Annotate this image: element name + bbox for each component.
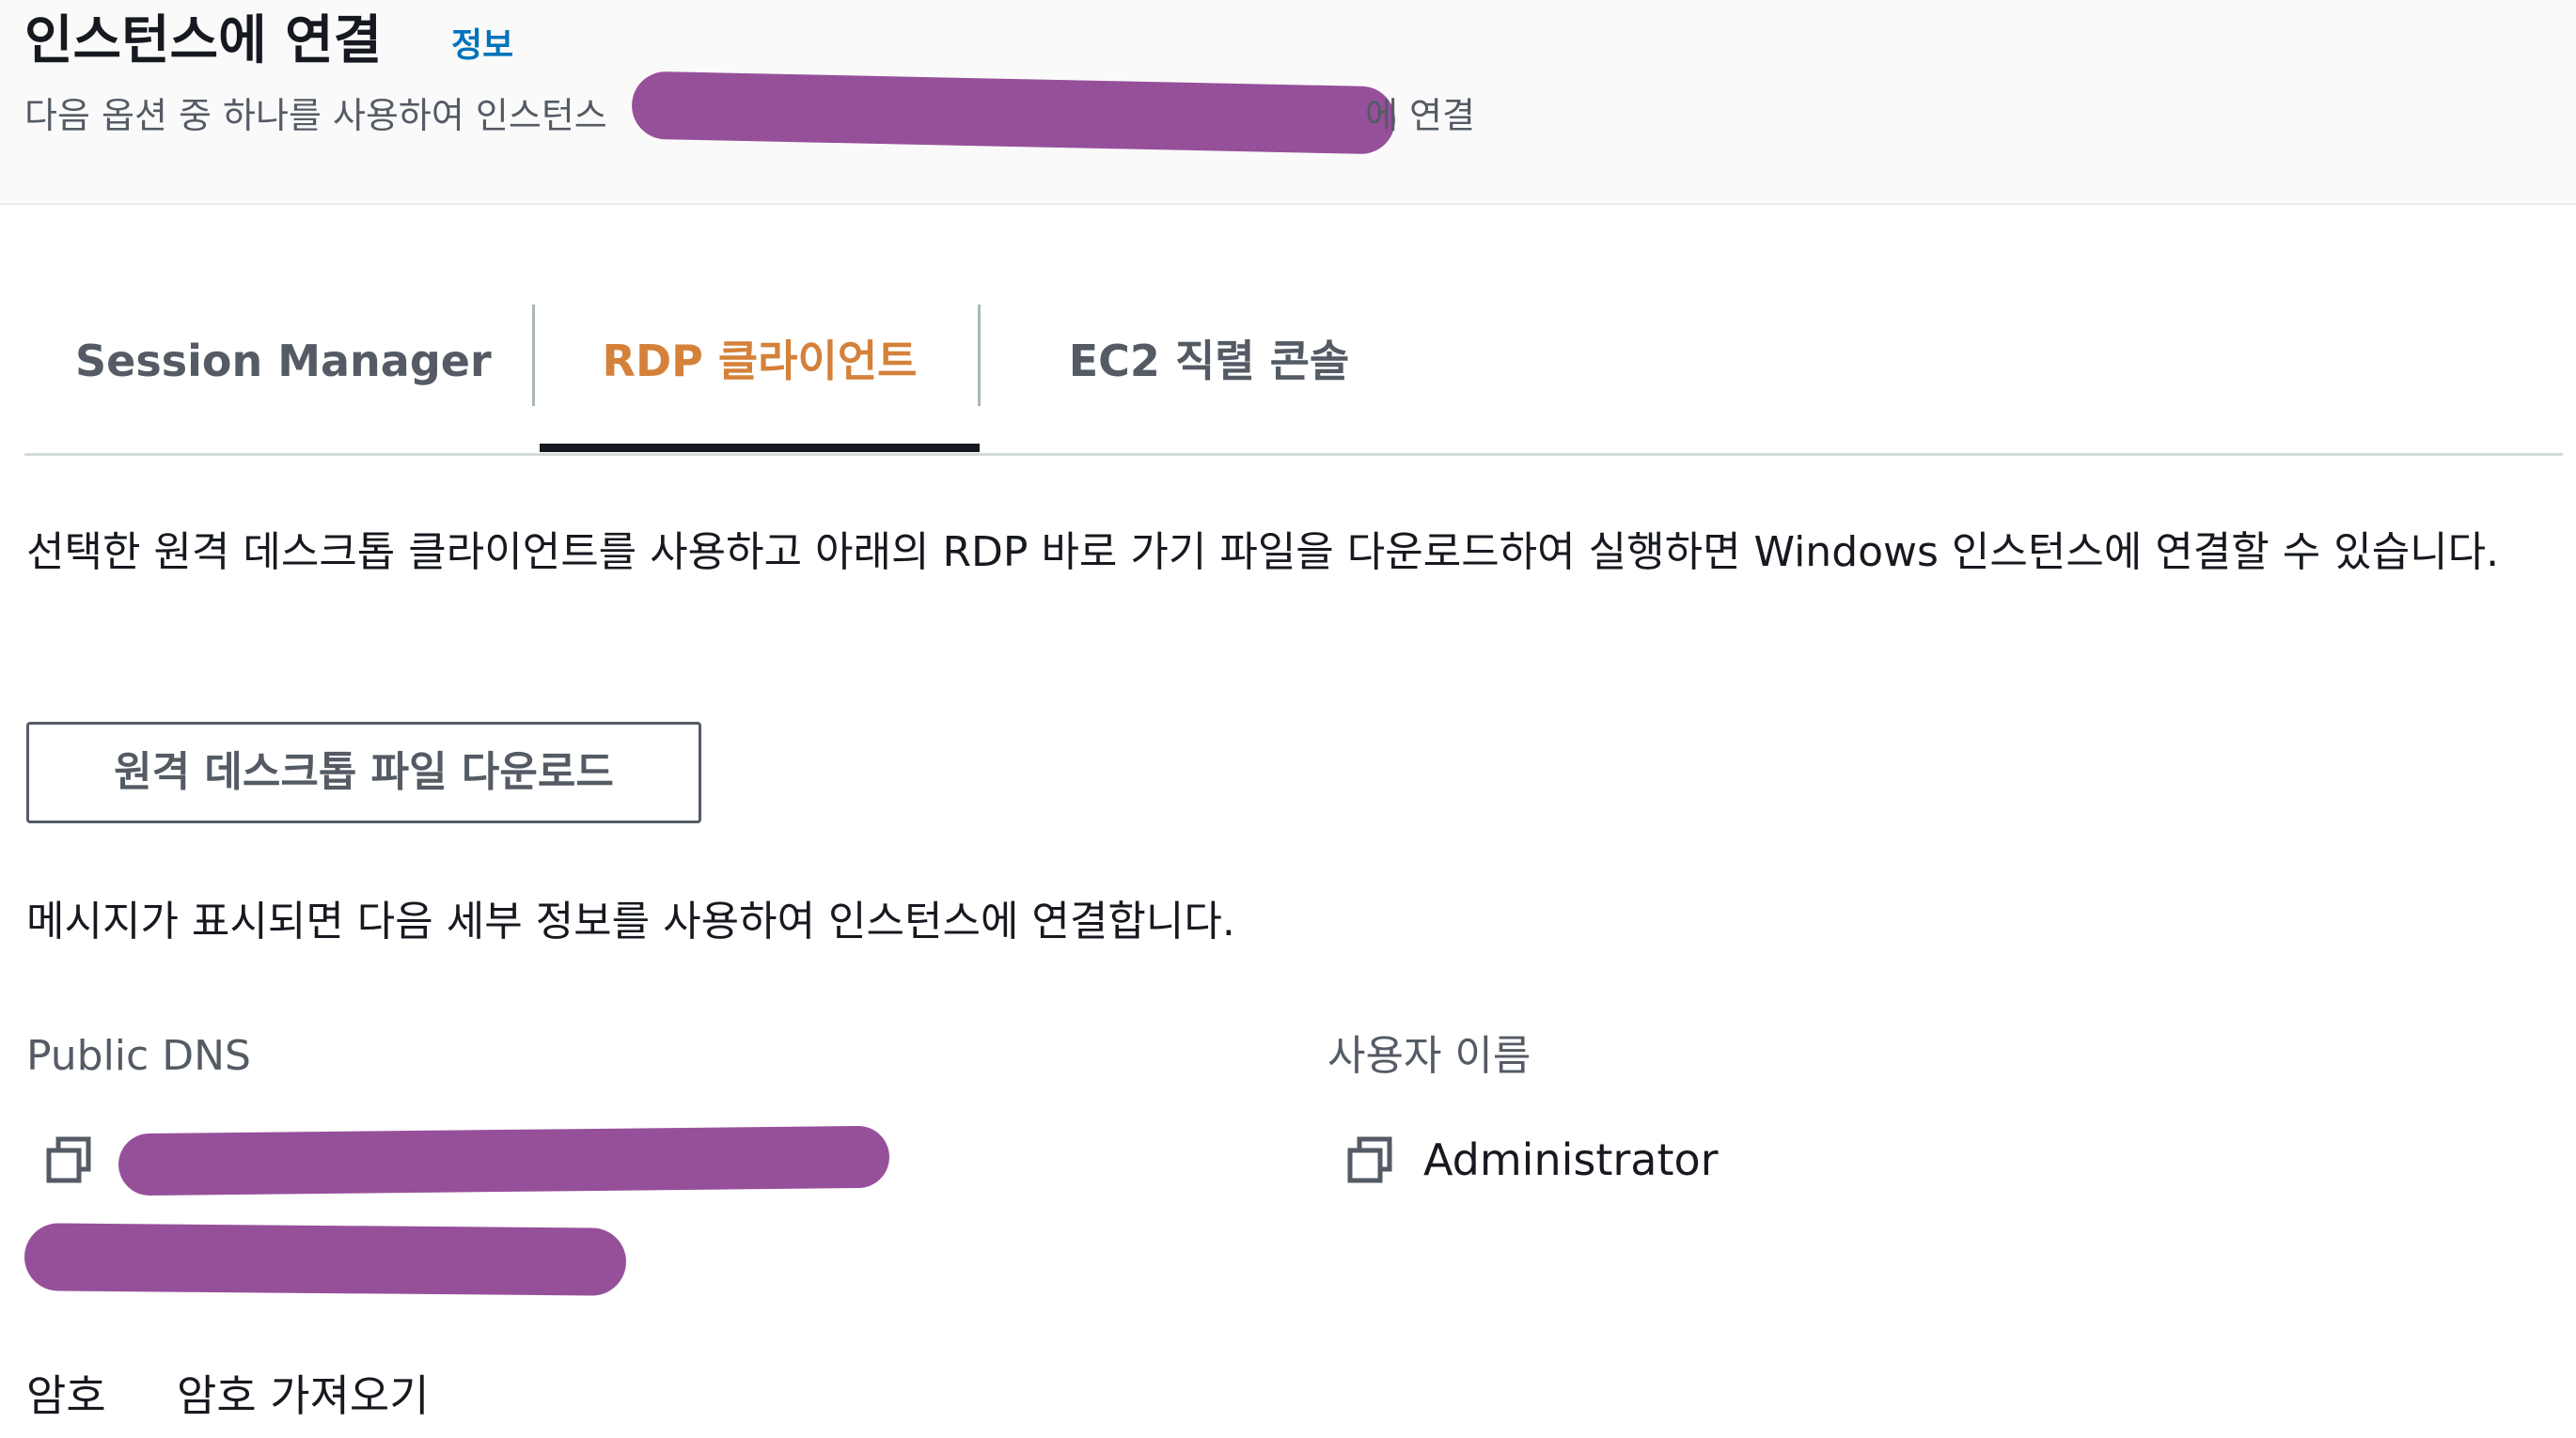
tab-rdp-client[interactable]: RDP 클라이언트 [540,308,980,414]
username-value: Administrator [1423,1134,1719,1185]
tab-ec2-serial-console[interactable]: EC2 직렬 콘솔 [1021,308,1397,414]
public-dns-label: Public DNS [26,1032,251,1080]
copy-public-dns-icon[interactable] [43,1133,96,1186]
copy-username-icon[interactable] [1344,1133,1397,1186]
connection-details-message: 메시지가 표시되면 다음 세부 정보를 사용하여 인스턴스에 연결합니다. [26,898,1235,946]
username-label: 사용자 이름 [1327,1032,1531,1080]
page-title: 인스턴스에 연결 [24,10,383,71]
tab-divider [978,305,981,406]
rdp-description: 선택한 원격 데스크톱 클라이언트를 사용하고 아래의 RDP 바로 가기 파일… [26,528,2500,576]
tab-divider [532,305,535,406]
page-header: 인스턴스에 연결 정보 다음 옵션 중 하나를 사용하여 인스턴스 에 연결 [0,0,2576,205]
download-rdp-file-button[interactable]: 원격 데스크톱 파일 다운로드 [26,722,701,823]
page-subtitle-prefix: 다음 옵션 중 하나를 사용하여 인스턴스 [24,95,607,136]
redacted-public-dns [118,1125,890,1196]
redacted-instance-id [631,70,1396,155]
password-label: 암호 [26,1370,106,1421]
redacted-public-dns-continuation [24,1223,627,1296]
page-subtitle-suffix: 에 연결 [1365,95,1475,136]
active-tab-indicator [540,444,980,452]
tab-session-manager[interactable]: Session Manager [75,308,492,414]
connection-tabs: Session Manager RDP 클라이언트 EC2 직렬 콘솔 [24,282,2563,456]
info-link[interactable]: 정보 [451,23,513,70]
get-password-link[interactable]: 암호 가져오기 [177,1365,430,1427]
